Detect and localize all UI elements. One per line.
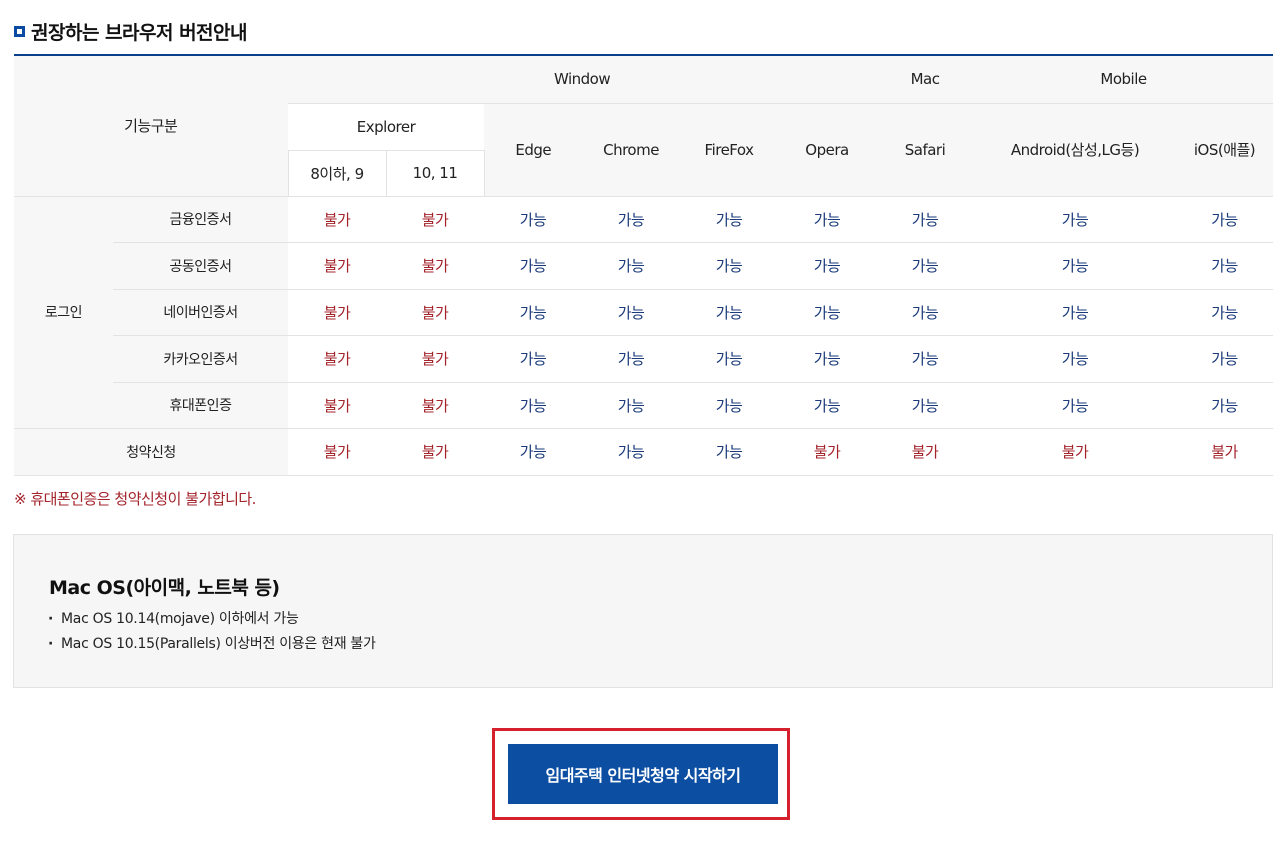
table-row: 공동인증서 불가 불가 가능 가능 가능 가능 가능 가능 가능 <box>14 242 1274 290</box>
table-row: 네이버인증서 불가 불가 가능 가능 가능 가능 가능 가능 가능 <box>14 289 1274 336</box>
start-application-button[interactable]: 임대주택 인터넷청약 시작하기 <box>508 744 778 804</box>
support-cell: 불가 <box>288 382 387 429</box>
support-cell: 가능 <box>778 289 877 336</box>
browser-header-firefox: FireFox <box>680 103 779 197</box>
support-cell: 불가 <box>288 242 387 290</box>
support-cell: 가능 <box>680 289 779 336</box>
support-cell: 가능 <box>876 382 975 429</box>
support-cell: 불가 <box>386 335 485 383</box>
support-cell: 가능 <box>1176 382 1274 429</box>
feature-header: 기능구분 <box>14 55 289 197</box>
support-cell: 불가 <box>876 428 975 476</box>
support-cell: 가능 <box>582 335 681 383</box>
support-cell: 가능 <box>1176 242 1274 290</box>
mac-os-info-list: Mac OS 10.14(mojave) 이하에서 가능 Mac OS 10.1… <box>48 607 376 657</box>
browser-compatibility-table: 기능구분 Window Mac Mobile Explorer Edge Chr… <box>14 54 1274 476</box>
browser-header-opera: Opera <box>778 103 877 197</box>
feature-label: 금융인증서 <box>113 196 289 243</box>
support-cell: 가능 <box>582 382 681 429</box>
support-cell: 불가 <box>288 428 387 476</box>
support-cell: 불가 <box>386 242 485 290</box>
browser-header-android: Android(삼성,LG등) <box>974 103 1177 197</box>
support-cell: 가능 <box>876 335 975 383</box>
notice-text: ※ 휴대폰인증은 청약신청이 불가합니다. <box>14 490 256 508</box>
support-cell: 불가 <box>778 428 877 476</box>
category-login: 로그인 <box>14 196 113 429</box>
support-cell: 불가 <box>386 428 485 476</box>
support-cell: 가능 <box>876 242 975 290</box>
table-row: 로그인 금융인증서 불가 불가 가능 가능 가능 가능 가능 가능 가능 <box>14 196 1274 429</box>
support-cell: 가능 <box>484 335 583 383</box>
group-mobile-header: Mobile <box>974 55 1274 104</box>
support-cell: 가능 <box>1176 289 1274 336</box>
support-cell: 가능 <box>680 382 779 429</box>
explorer-version-modern: 10, 11 <box>386 150 485 197</box>
support-cell: 가능 <box>582 428 681 476</box>
support-cell: 가능 <box>778 196 877 243</box>
explorer-header: Explorer <box>288 103 485 151</box>
bullet-square-icon <box>14 26 25 37</box>
support-cell: 가능 <box>582 196 681 243</box>
feature-label: 카카오인증서 <box>113 335 289 383</box>
table-row: 카카오인증서 불가 불가 가능 가능 가능 가능 가능 가능 가능 <box>14 335 1274 383</box>
mac-os-info-item: Mac OS 10.14(mojave) 이하에서 가능 <box>48 607 376 632</box>
support-cell: 가능 <box>484 196 583 243</box>
support-cell: 가능 <box>484 242 583 290</box>
section-title: 권장하는 브라우저 버전안내 <box>14 18 248 45</box>
support-cell: 가능 <box>1176 335 1274 383</box>
feature-label-application: 청약신청 <box>14 428 289 476</box>
table-row: 휴대폰인증 불가 불가 가능 가능 가능 가능 가능 가능 가능 <box>14 382 1274 429</box>
support-cell: 가능 <box>974 196 1177 243</box>
mac-os-info-item: Mac OS 10.15(Parallels) 이상버전 이용은 현재 불가 <box>48 632 376 657</box>
browser-header-ios: iOS(애플) <box>1176 103 1274 197</box>
support-cell: 가능 <box>1176 196 1274 243</box>
support-cell: 불가 <box>1176 428 1274 476</box>
feature-label: 휴대폰인증 <box>113 382 289 429</box>
support-cell: 불가 <box>288 289 387 336</box>
support-cell: 가능 <box>876 289 975 336</box>
support-cell: 가능 <box>778 335 877 383</box>
feature-label: 네이버인증서 <box>113 289 289 336</box>
support-cell: 불가 <box>386 196 485 243</box>
support-cell: 가능 <box>974 289 1177 336</box>
feature-label: 공동인증서 <box>113 242 289 290</box>
support-cell: 불가 <box>386 382 485 429</box>
mac-os-info-title: Mac OS(아이맥, 노트북 등) <box>49 577 280 599</box>
support-cell: 가능 <box>778 382 877 429</box>
mac-os-info-box: Mac OS(아이맥, 노트북 등) Mac OS 10.14(mojave) … <box>13 534 1273 688</box>
support-cell: 가능 <box>484 289 583 336</box>
support-cell: 불가 <box>386 289 485 336</box>
support-cell: 가능 <box>680 196 779 243</box>
support-cell: 가능 <box>582 289 681 336</box>
support-cell: 불가 <box>974 428 1177 476</box>
support-cell: 가능 <box>778 242 877 290</box>
support-cell: 가능 <box>974 335 1177 383</box>
table-row: 청약신청 불가 불가 가능 가능 가능 불가 불가 불가 불가 <box>14 428 1274 476</box>
browser-header-safari: Safari <box>876 103 975 197</box>
support-cell: 가능 <box>974 382 1177 429</box>
support-cell: 가능 <box>876 196 975 243</box>
support-cell: 가능 <box>680 242 779 290</box>
group-mac-header: Mac <box>876 55 975 104</box>
support-cell: 불가 <box>288 335 387 383</box>
support-cell: 가능 <box>680 335 779 383</box>
browser-header-edge: Edge <box>484 103 583 197</box>
group-window-header: Window <box>288 55 877 104</box>
section-title-text: 권장하는 브라우저 버전안내 <box>31 22 248 44</box>
support-cell: 가능 <box>974 242 1177 290</box>
explorer-version-legacy: 8이하, 9 <box>287 150 387 197</box>
support-cell: 가능 <box>680 428 779 476</box>
support-cell: 불가 <box>288 196 387 243</box>
support-cell: 가능 <box>484 428 583 476</box>
support-cell: 가능 <box>484 382 583 429</box>
support-cell: 가능 <box>582 242 681 290</box>
browser-header-chrome: Chrome <box>582 103 681 197</box>
